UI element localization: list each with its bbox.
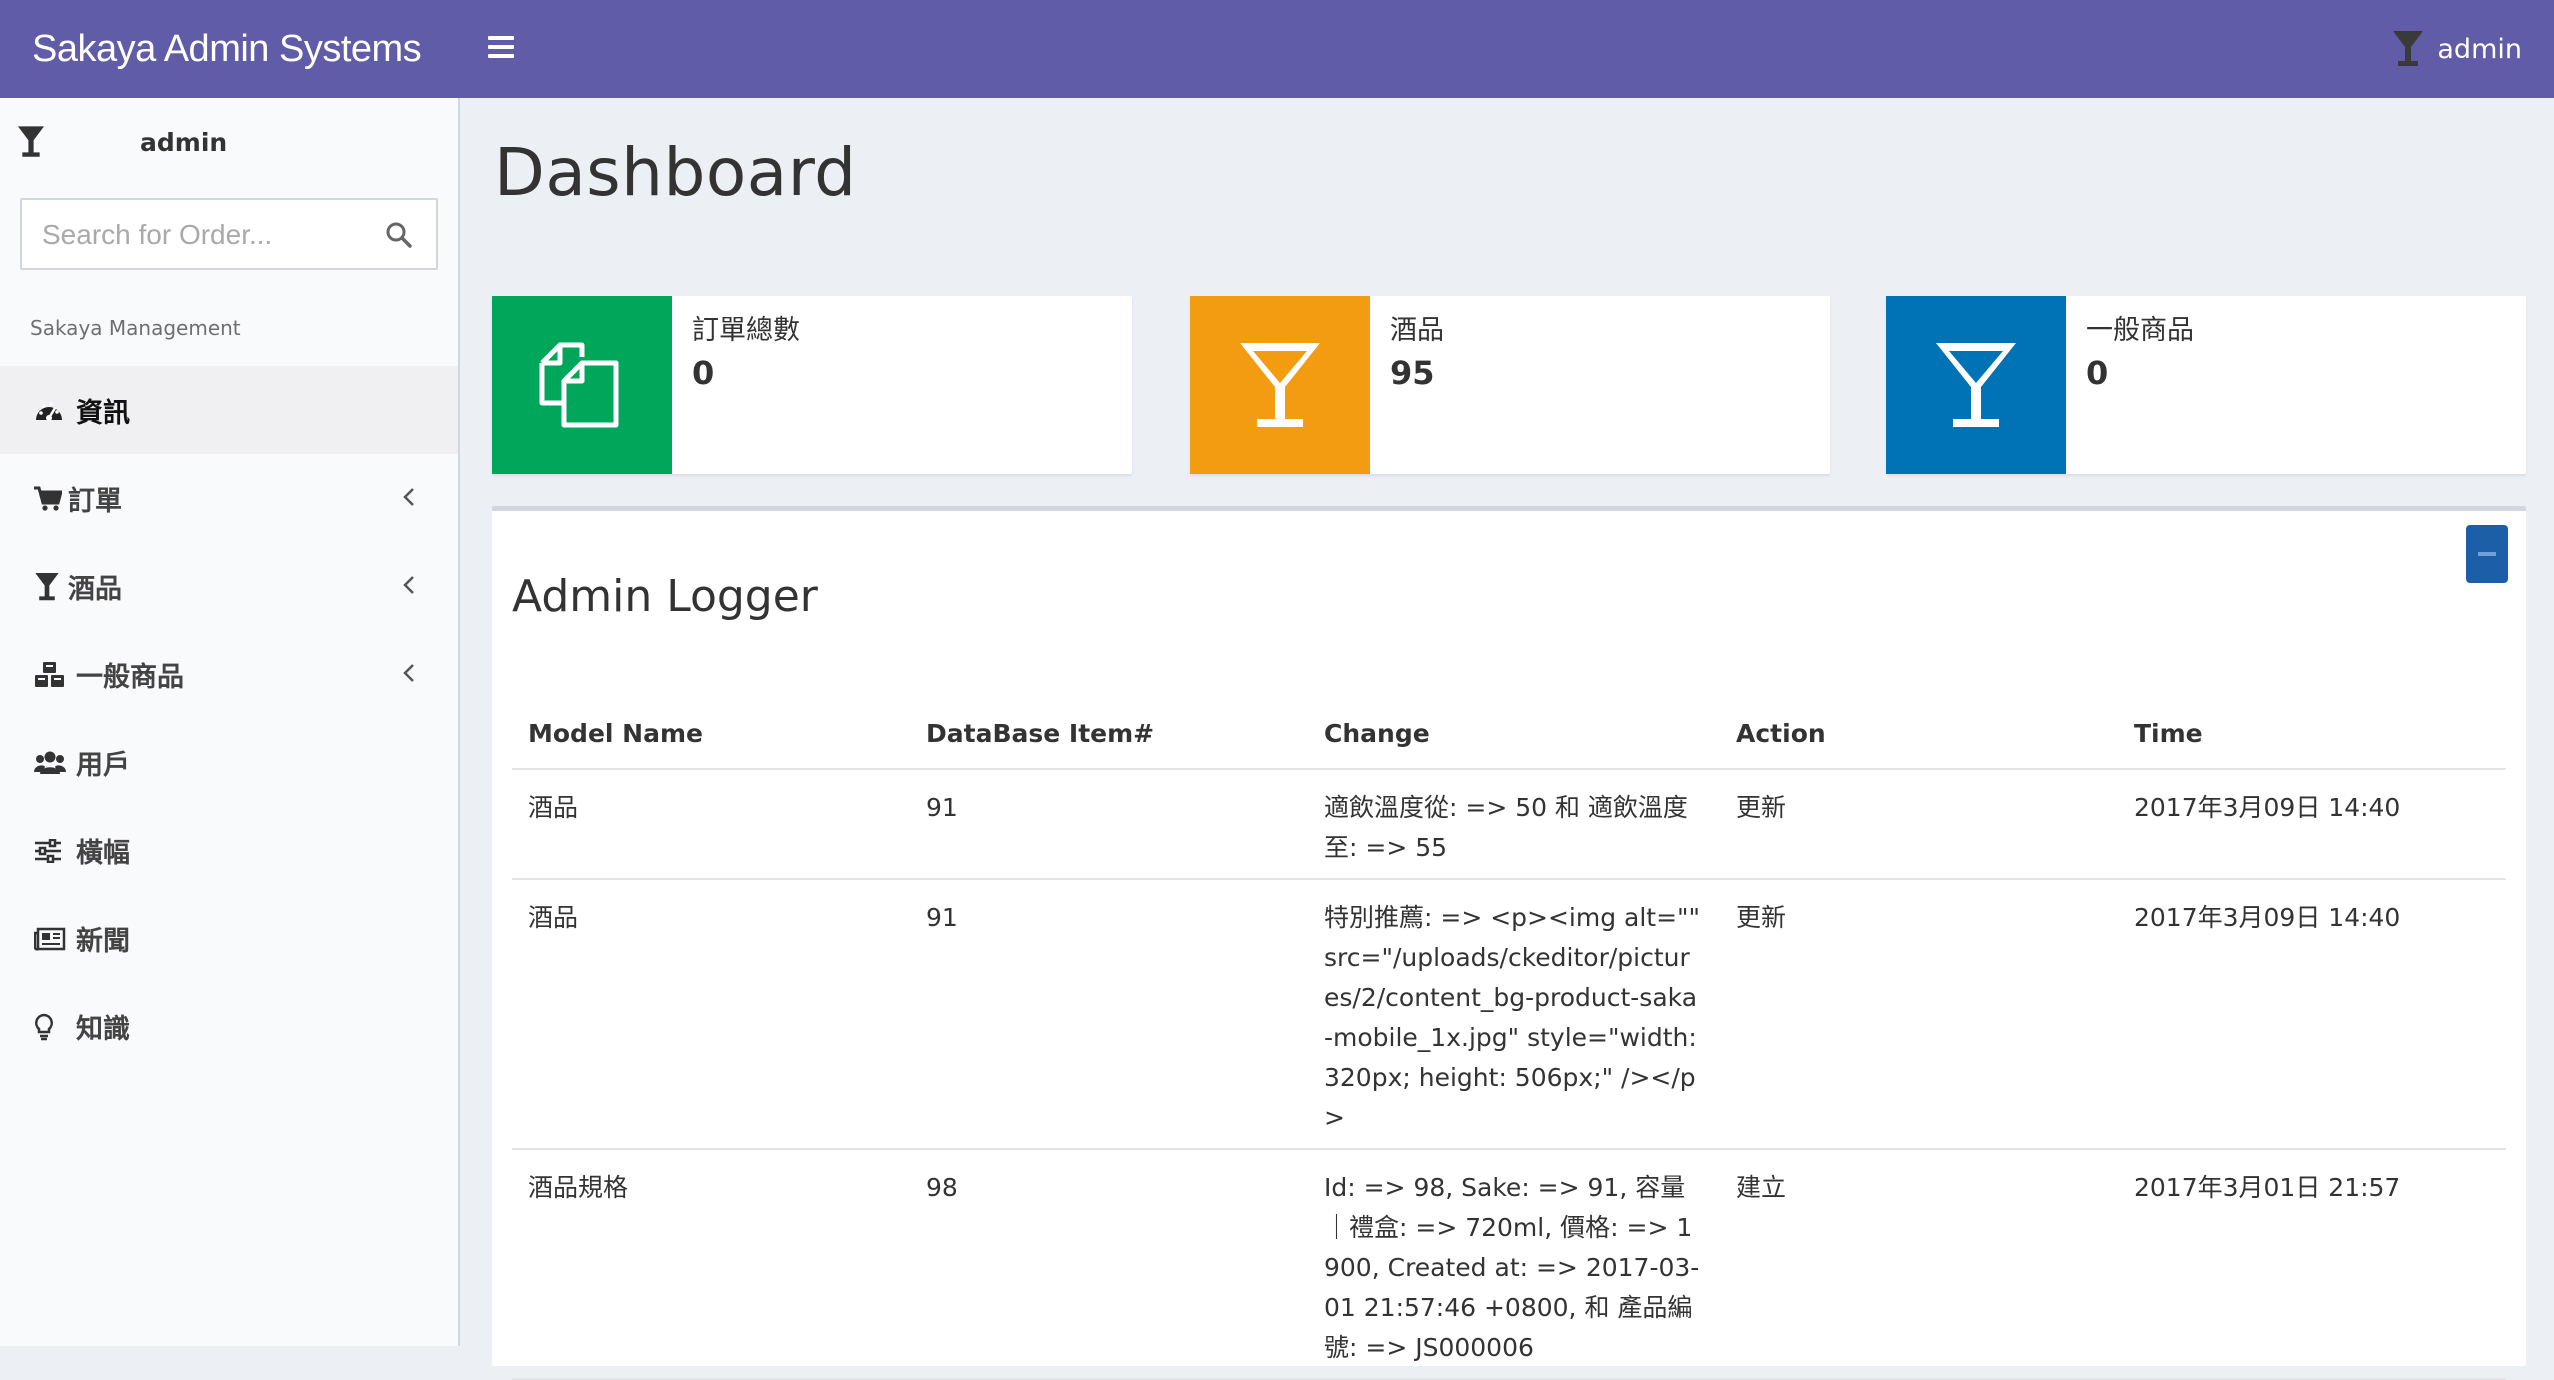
sidebar-search bbox=[20, 198, 438, 270]
search-input[interactable] bbox=[40, 200, 374, 270]
sidebar-item-label: 新聞 bbox=[76, 925, 130, 957]
cell-model: 酒品 bbox=[512, 769, 910, 880]
column-header: Action bbox=[1720, 707, 2118, 770]
sidebar-menu: 資訊 訂單 酒品 一般商品 用戶 橫幅 新聞 知識 bbox=[0, 366, 458, 1070]
info-box-number: 0 bbox=[2086, 354, 2109, 392]
info-box-label: 一般商品 bbox=[2086, 315, 2194, 346]
info-box-number: 0 bbox=[692, 354, 715, 392]
users-icon bbox=[34, 748, 68, 778]
table-row: 酒品 91 適飲溫度從: => 50 和 適飲溫度至: => 55 更新 201… bbox=[512, 769, 2506, 880]
sidebar-item-label: 一般商品 bbox=[76, 661, 184, 693]
cell-action: 更新 bbox=[1720, 879, 2118, 1150]
sidebar: admin Sakaya Management 資訊 bbox=[0, 98, 460, 1346]
box-title: Admin Logger bbox=[512, 571, 818, 622]
cell-model: 酒品 bbox=[512, 879, 910, 1150]
info-box-label: 訂單總數 bbox=[692, 315, 800, 346]
top-navbar: Sakaya Admin Systems admin bbox=[0, 0, 2554, 98]
info-box-sake: 酒品 95 bbox=[1190, 296, 1830, 474]
cart-icon bbox=[34, 484, 68, 514]
table-header-row: Model Name DataBase Item# Change Action … bbox=[512, 707, 2506, 770]
table-row: 酒品 91 特別推薦: => <p><img alt="" src="/uplo… bbox=[512, 879, 2506, 1150]
glass-icon bbox=[1190, 296, 1370, 474]
cell-model: 酒品規格 bbox=[512, 1149, 910, 1380]
sidebar-item-sake[interactable]: 酒品 bbox=[0, 542, 458, 630]
column-header: Model Name bbox=[512, 707, 910, 770]
sidebar-item-label: 橫幅 bbox=[76, 837, 130, 869]
search-icon[interactable] bbox=[386, 222, 412, 248]
sidebar-user-name: admin bbox=[140, 128, 228, 157]
sidebar-item-knowledge[interactable]: 知識 bbox=[0, 982, 458, 1070]
dashboard-icon bbox=[34, 396, 68, 426]
sidebar-item-orders[interactable]: 訂單 bbox=[0, 454, 458, 542]
sidebar-item-users[interactable]: 用戶 bbox=[0, 718, 458, 806]
column-header: Change bbox=[1308, 707, 1720, 770]
sidebar-item-dashboard[interactable]: 資訊 bbox=[0, 366, 458, 454]
admin-logger-box: Admin Logger Model Name DataBase Item# C… bbox=[492, 506, 2526, 1380]
copy-icon bbox=[492, 296, 672, 474]
sidebar-item-products[interactable]: 一般商品 bbox=[0, 630, 458, 718]
info-box-products: 一般商品 0 bbox=[1886, 296, 2526, 474]
glass-icon bbox=[1886, 296, 2066, 474]
sidebar-toggle-icon[interactable] bbox=[488, 36, 514, 62]
cell-change: 適飲溫度從: => 50 和 適飲溫度至: => 55 bbox=[1308, 769, 1720, 880]
sidebar-item-label: 資訊 bbox=[76, 397, 130, 429]
content-wrapper: Dashboard 訂單總數 0 酒品 95 一般商品 0 Admin Logg… bbox=[460, 98, 2554, 1380]
cell-item: 98 bbox=[910, 1149, 1308, 1380]
chevron-left-icon[interactable] bbox=[402, 662, 416, 684]
page-title: Dashboard bbox=[494, 134, 857, 211]
cell-time: 2017年3月09日 14:40 bbox=[2118, 879, 2506, 1150]
sliders-icon bbox=[34, 836, 68, 866]
logger-table: Model Name DataBase Item# Change Action … bbox=[512, 707, 2506, 1380]
sidebar-item-banners[interactable]: 橫幅 bbox=[0, 806, 458, 894]
user-avatar-glass-icon bbox=[18, 126, 44, 157]
column-header: Time bbox=[2118, 707, 2506, 770]
sidebar-item-news[interactable]: 新聞 bbox=[0, 894, 458, 982]
cell-time: 2017年3月01日 21:57 bbox=[2118, 1149, 2506, 1380]
cell-item: 91 bbox=[910, 879, 1308, 1150]
table-row: 酒品規格 98 Id: => 98, Sake: => 91, 容量｜禮盒: =… bbox=[512, 1149, 2506, 1380]
newspaper-icon bbox=[34, 924, 68, 954]
glass-icon bbox=[34, 572, 68, 602]
sidebar-item-label: 知識 bbox=[76, 1013, 130, 1045]
collapse-button[interactable] bbox=[2466, 525, 2508, 583]
user-panel: admin bbox=[18, 126, 227, 158]
info-box-orders: 訂單總數 0 bbox=[492, 296, 1132, 474]
sidebar-section-header: Sakaya Management bbox=[30, 316, 241, 340]
column-header: DataBase Item# bbox=[910, 707, 1308, 770]
cell-action: 更新 bbox=[1720, 769, 2118, 880]
info-box-label: 酒品 bbox=[1390, 315, 1444, 346]
cell-time: 2017年3月09日 14:40 bbox=[2118, 769, 2506, 880]
cell-change: 特別推薦: => <p><img alt="" src="/uploads/ck… bbox=[1308, 879, 1720, 1150]
chevron-left-icon[interactable] bbox=[402, 574, 416, 596]
user-name: admin bbox=[2437, 33, 2522, 65]
user-menu[interactable]: admin bbox=[2393, 0, 2522, 98]
glass-icon bbox=[2393, 31, 2424, 66]
brand-logo[interactable]: Sakaya Admin Systems bbox=[32, 0, 422, 98]
lightbulb-icon bbox=[34, 1012, 68, 1042]
minus-icon bbox=[2478, 552, 2496, 556]
sidebar-item-label: 用戶 bbox=[76, 749, 130, 781]
sidebar-item-label: 訂單 bbox=[68, 485, 122, 517]
cell-action: 建立 bbox=[1720, 1149, 2118, 1380]
info-box-number: 95 bbox=[1390, 354, 1435, 392]
cubes-icon bbox=[34, 660, 68, 690]
cell-item: 91 bbox=[910, 769, 1308, 880]
cell-change: Id: => 98, Sake: => 91, 容量｜禮盒: => 720ml,… bbox=[1308, 1149, 1720, 1380]
sidebar-item-label: 酒品 bbox=[68, 573, 122, 605]
chevron-left-icon[interactable] bbox=[402, 486, 416, 508]
